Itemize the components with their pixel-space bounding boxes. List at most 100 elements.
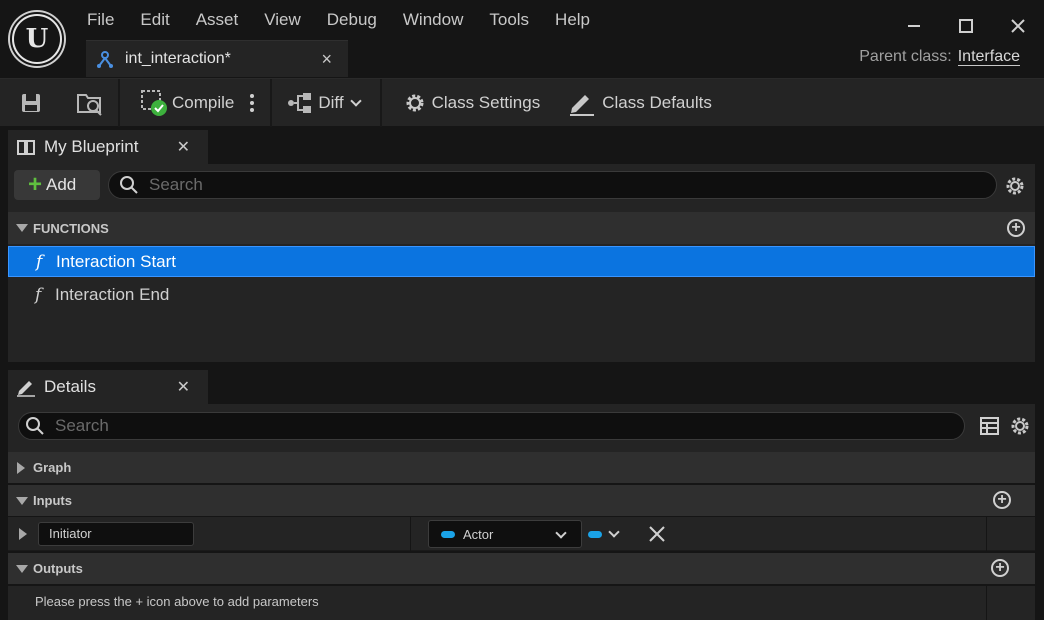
document-tab-label: int_interaction*	[125, 50, 231, 67]
function-item-interaction-end[interactable]: f Interaction End	[8, 279, 1035, 310]
outputs-header-label: Outputs	[33, 561, 83, 576]
settings-gear-icon[interactable]	[1009, 415, 1031, 437]
toolbar: Compile Diff Class Settings Class Defaul…	[0, 78, 1044, 127]
diff-label: Diff	[318, 92, 344, 112]
input-param-row: Initiator Actor	[8, 517, 1035, 551]
functions-section-header[interactable]: FUNCTIONS +	[8, 212, 1035, 244]
blueprint-interface-icon	[94, 48, 116, 70]
parent-class-label: Parent class:	[859, 48, 952, 65]
actor-pin-icon	[441, 530, 455, 538]
compile-label: Compile	[172, 92, 235, 112]
plus-icon: +	[28, 171, 43, 198]
class-defaults-button[interactable]: Class Defaults	[540, 79, 712, 127]
graph-section-header[interactable]: Graph	[8, 452, 1035, 483]
save-button[interactable]	[0, 79, 62, 127]
details-search-input[interactable]	[18, 412, 965, 440]
expand-arrow-icon[interactable]	[19, 528, 27, 540]
column-divider	[986, 517, 987, 551]
add-function-button[interactable]: +	[1007, 219, 1025, 237]
title-bar: U File Edit Asset View Debug Window Tool…	[0, 0, 1044, 78]
chevron-down-icon	[608, 526, 620, 538]
class-settings-label: Class Settings	[431, 92, 541, 112]
add-input-button[interactable]: +	[993, 491, 1011, 509]
inputs-header-label: Inputs	[33, 493, 72, 508]
details-search-field[interactable]	[55, 416, 906, 436]
single-pin-icon	[588, 530, 602, 538]
more-options-icon	[250, 93, 255, 112]
search-icon	[26, 417, 44, 435]
minimize-icon	[908, 25, 920, 27]
unreal-logo-icon[interactable]: U	[10, 12, 64, 66]
pencil-edit-icon	[17, 381, 35, 397]
browse-button[interactable]	[62, 79, 118, 127]
menu-edit[interactable]: Edit	[127, 6, 182, 34]
menu-tools[interactable]: Tools	[476, 6, 542, 34]
chevron-down-icon	[555, 527, 567, 539]
graph-header-label: Graph	[33, 460, 72, 475]
maximize-button[interactable]	[940, 8, 992, 44]
parent-class-link[interactable]: Interface	[957, 48, 1020, 66]
param-type-select[interactable]: Actor	[428, 520, 582, 548]
gear-icon	[406, 94, 424, 111]
add-button[interactable]: + Add	[14, 170, 100, 200]
column-divider	[986, 586, 987, 620]
my-blueprint-tab-label: My Blueprint	[44, 137, 139, 156]
minimize-button[interactable]	[888, 8, 940, 44]
compile-icon	[141, 89, 167, 116]
my-blueprint-search-field[interactable]	[149, 175, 948, 195]
my-blueprint-close-button[interactable]: ✕	[177, 137, 190, 157]
expand-arrow-icon	[17, 461, 25, 474]
document-tab-close-button[interactable]: ×	[321, 49, 332, 70]
table-view-icon[interactable]	[980, 416, 1000, 436]
window-controls	[888, 8, 1044, 44]
outputs-hint-text: Please press the + icon above to add par…	[35, 594, 319, 609]
functions-header-label: FUNCTIONS	[33, 220, 109, 236]
function-icon: f	[35, 284, 42, 305]
save-icon	[22, 93, 40, 112]
menu-view[interactable]: View	[251, 6, 314, 34]
close-window-button[interactable]	[992, 8, 1044, 44]
parent-class-info: Parent class: Interface	[859, 48, 1020, 66]
function-icon: f	[36, 251, 43, 272]
my-blueprint-tab[interactable]: My Blueprint ✕	[8, 130, 208, 164]
outputs-section-header[interactable]: Outputs +	[8, 553, 1035, 584]
document-tab[interactable]: int_interaction* ×	[86, 40, 348, 77]
column-divider	[410, 517, 411, 551]
details-close-button[interactable]: ✕	[177, 377, 190, 397]
settings-gear-icon[interactable]	[1004, 175, 1026, 197]
function-label: Interaction End	[55, 284, 170, 304]
diff-icon	[288, 92, 312, 113]
menu-debug[interactable]: Debug	[314, 6, 390, 34]
menu-asset[interactable]: Asset	[183, 6, 252, 34]
add-label: Add	[46, 175, 77, 194]
search-icon	[120, 176, 138, 194]
my-blueprint-search-input[interactable]	[108, 171, 997, 199]
chevron-down-icon	[349, 94, 362, 107]
maximize-icon	[959, 19, 973, 33]
class-defaults-label: Class Defaults	[602, 92, 712, 112]
remove-param-icon[interactable]	[648, 525, 666, 543]
function-label: Interaction Start	[56, 251, 177, 271]
menu-help[interactable]: Help	[542, 6, 603, 34]
collapse-arrow-icon	[16, 224, 28, 232]
book-icon	[17, 140, 35, 155]
param-name-field[interactable]: Initiator	[38, 522, 194, 546]
details-tab-label: Details	[44, 377, 96, 396]
diff-button[interactable]: Diff	[272, 79, 379, 127]
param-type-label: Actor	[463, 526, 494, 542]
menu-bar: File Edit Asset View Debug Window Tools …	[74, 6, 603, 34]
compile-button[interactable]: Compile	[120, 79, 234, 127]
class-settings-button[interactable]: Class Settings	[382, 79, 541, 127]
add-output-button[interactable]: +	[991, 559, 1009, 577]
compile-options-button[interactable]	[234, 79, 270, 127]
details-tab[interactable]: Details ✕	[8, 370, 208, 404]
outputs-hint-row: Please press the + icon above to add par…	[8, 586, 1035, 620]
container-type-select[interactable]	[588, 521, 624, 547]
collapse-arrow-icon	[16, 496, 28, 505]
pencil-edit-icon	[570, 94, 595, 116]
close-icon	[1011, 19, 1025, 33]
menu-window[interactable]: Window	[390, 6, 476, 34]
function-item-interaction-start[interactable]: f Interaction Start	[8, 246, 1035, 277]
menu-file[interactable]: File	[74, 6, 127, 34]
inputs-section-header[interactable]: Inputs +	[8, 485, 1035, 516]
